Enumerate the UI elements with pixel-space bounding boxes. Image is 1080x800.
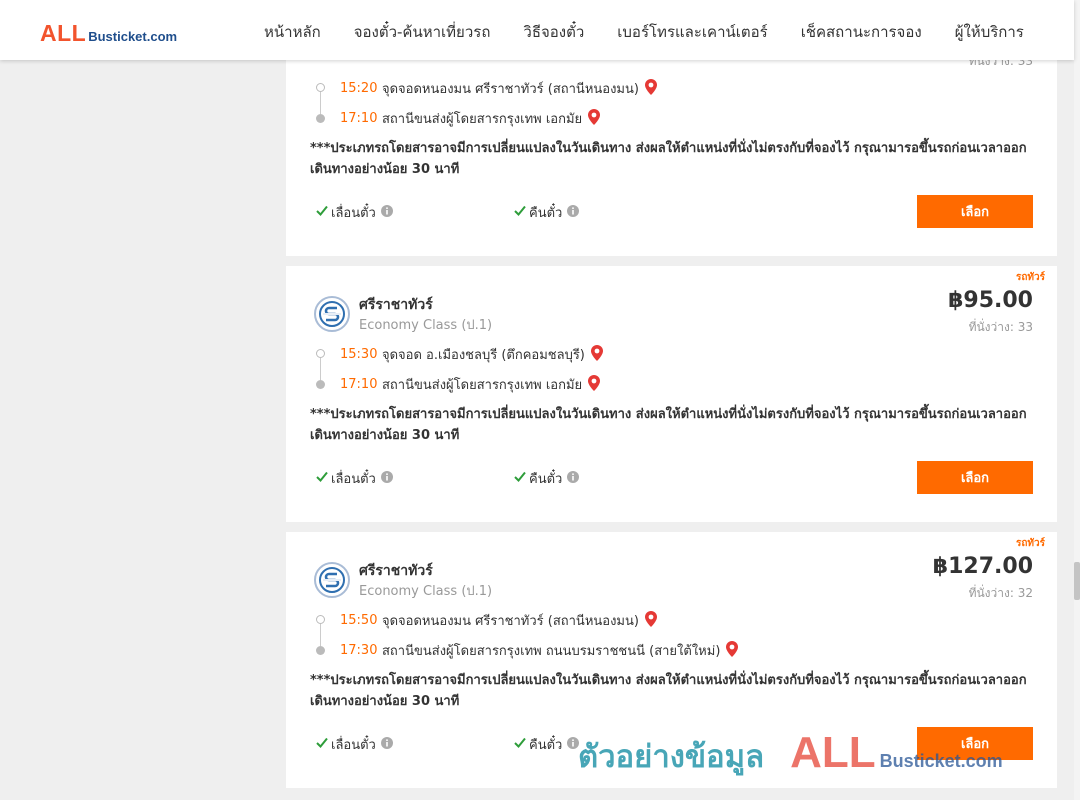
change-ticket-label: เลื่อนตั๋ว	[331, 738, 376, 753]
notice-text: ***ประเภทรถโดยสารอาจมีการเปลี่ยนแปลงในวั…	[310, 673, 1027, 709]
departure-place: จุดจอด อ.เมืองชลบุรี (ตึกคอมชลบุรี)	[382, 348, 585, 363]
map-pin-icon[interactable]	[588, 374, 601, 395]
check-icon	[514, 737, 526, 752]
select-trip-button[interactable]: เลือก	[917, 461, 1033, 494]
main-nav: หน้าหลัก จองตั๋ว-ค้นหาเที่ยวรถ วิธีจองตั…	[264, 20, 1057, 44]
change-ticket-label: เลื่อนตั๋ว	[331, 206, 376, 221]
bus-type-badge: รถทัวร์	[1015, 538, 1045, 549]
info-icon[interactable]	[567, 470, 580, 487]
departure-place: จุดจอดหนองมน ศรีราชาทัวร์ (สถานีหนองมน)	[382, 82, 639, 97]
operator-logo	[314, 562, 350, 598]
site-header: ALL Busticket.com หน้าหลัก จองตั๋ว-ค้นหา…	[0, 0, 1074, 60]
departure-time: 15:20	[340, 81, 378, 96]
seats-available: ที่นั่งว่าง: 33	[968, 320, 1033, 334]
nav-home[interactable]: หน้าหลัก	[264, 20, 321, 44]
nav-book-search[interactable]: จองตั๋ว-ค้นหาเที่ยวรถ	[354, 20, 491, 44]
info-icon[interactable]	[567, 204, 580, 221]
nav-check-status[interactable]: เช็คสถานะการจอง	[801, 20, 922, 44]
bus-type-badge: รถทัวร์	[1015, 272, 1045, 283]
select-trip-button[interactable]: เลือก	[917, 195, 1033, 228]
notice-text: ***ประเภทรถโดยสารอาจมีการเปลี่ยนแปลงในวั…	[310, 407, 1027, 443]
bus-class: Economy Class (ป.1)	[359, 318, 493, 333]
departure-row: 15:20 จุดจอดหนองมน ศรีราชาทัวร์ (สถานีหน…	[316, 78, 657, 99]
trip-card: รถทัวร์ ศรีราชาทัวร์ Economy Class (ป.1)…	[286, 532, 1057, 788]
operator-name: ศรีราชาทัวร์	[359, 297, 433, 313]
map-pin-icon[interactable]	[644, 610, 657, 631]
departure-time: 15:50	[340, 613, 378, 628]
operator-name: ศรีราชาทัวร์	[359, 563, 433, 579]
scrollbar-thumb[interactable]	[1074, 562, 1080, 600]
nav-operators[interactable]: ผู้ให้บริการ	[955, 20, 1024, 44]
map-pin-icon[interactable]	[644, 78, 657, 99]
refund-ticket-policy: คืนตั๋ว	[514, 734, 580, 755]
change-ticket-policy: เลื่อนตั๋ว	[316, 468, 393, 489]
bus-class: Economy Class (ป.1)	[359, 584, 493, 599]
change-ticket-policy: เลื่อนตั๋ว	[316, 734, 393, 755]
notice-text: ***ประเภทรถโดยสารอาจมีการเปลี่ยนแปลงในวั…	[310, 141, 1027, 177]
map-pin-icon[interactable]	[590, 344, 603, 365]
trip-card: รถทัวร์ ศรีราชาทัวร์ Economy Class (ป.1)…	[286, 266, 1057, 522]
seats-available: ที่นั่งว่าง: 32	[968, 586, 1033, 600]
arrival-place: สถานีขนส่งผู้โดยสารกรุงเทพ เอกมัย	[382, 112, 583, 127]
logo-all-text: ALL	[40, 20, 87, 46]
arrival-time: 17:30	[340, 643, 378, 658]
info-icon[interactable]	[380, 736, 393, 753]
nav-contacts[interactable]: เบอร์โทรและเคาน์เตอร์	[617, 20, 767, 44]
check-icon	[316, 737, 328, 752]
ticket-price: ฿95.00	[948, 288, 1033, 313]
check-icon	[514, 471, 526, 486]
logo-domain-text: Busticket.com	[88, 29, 178, 44]
arrival-row: 17:10 สถานีขนส่งผู้โดยสารกรุงเทพ เอกมัย	[316, 108, 601, 129]
departure-time: 15:30	[340, 347, 378, 362]
change-ticket-policy: เลื่อนตั๋ว	[316, 202, 393, 223]
refund-ticket-policy: คืนตั๋ว	[514, 202, 580, 223]
select-trip-button[interactable]: เลือก	[917, 727, 1033, 760]
ticket-price: ฿127.00	[932, 554, 1033, 579]
info-icon[interactable]	[567, 736, 580, 753]
refund-ticket-label: คืนตั๋ว	[529, 472, 563, 487]
map-pin-icon[interactable]	[588, 108, 601, 129]
departure-row: 15:50 จุดจอดหนองมน ศรีราชาทัวร์ (สถานีหน…	[316, 610, 657, 631]
check-icon	[316, 205, 328, 220]
arrival-row: 17:30 สถานีขนส่งผู้โดยสารกรุงเทพ ถนนบรมร…	[316, 640, 739, 661]
arrival-row: 17:10 สถานีขนส่งผู้โดยสารกรุงเทพ เอกมัย	[316, 374, 601, 395]
refund-ticket-label: คืนตั๋ว	[529, 738, 563, 753]
arrival-place: สถานีขนส่งผู้โดยสารกรุงเทพ ถนนบรมราชชนนี…	[382, 644, 721, 659]
refund-ticket-policy: คืนตั๋ว	[514, 468, 580, 489]
arrival-time: 17:10	[340, 111, 378, 126]
nav-how-to-book[interactable]: วิธีจองตั๋ว	[523, 20, 584, 44]
departure-row: 15:30 จุดจอด อ.เมืองชลบุรี (ตึกคอมชลบุรี…	[316, 344, 603, 365]
refund-ticket-label: คืนตั๋ว	[529, 206, 563, 221]
check-icon	[316, 471, 328, 486]
site-logo[interactable]: ALL Busticket.com	[40, 20, 177, 47]
arrival-time: 17:10	[340, 377, 378, 392]
page-scrollbar[interactable]	[1074, 0, 1080, 800]
map-pin-icon[interactable]	[726, 640, 739, 661]
departure-place: จุดจอดหนองมน ศรีราชาทัวร์ (สถานีหนองมน)	[382, 614, 639, 629]
change-ticket-label: เลื่อนตั๋ว	[331, 472, 376, 487]
arrival-place: สถานีขนส่งผู้โดยสารกรุงเทพ เอกมัย	[382, 378, 583, 393]
info-icon[interactable]	[380, 470, 393, 487]
info-icon[interactable]	[380, 204, 393, 221]
check-icon	[514, 205, 526, 220]
operator-logo	[314, 296, 350, 332]
